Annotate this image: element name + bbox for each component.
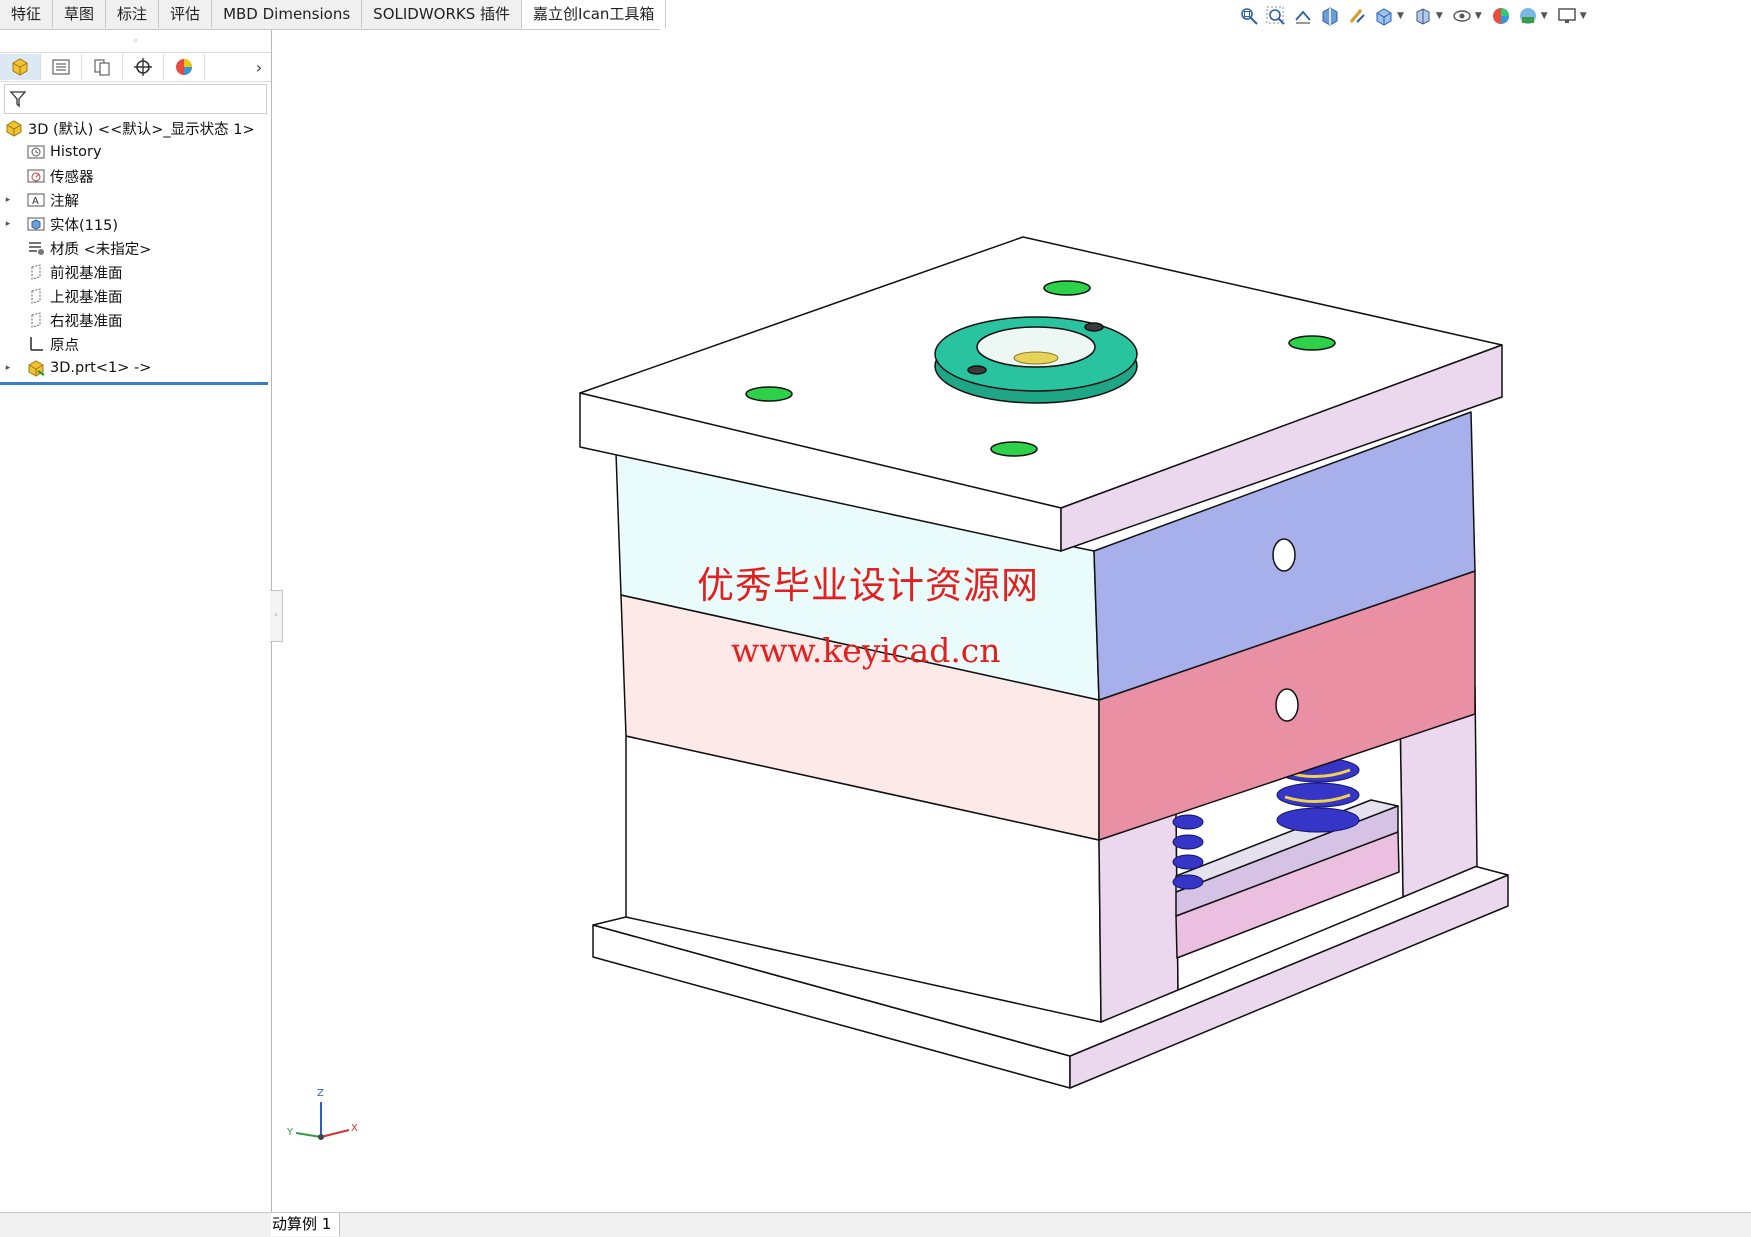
chevron-right-icon[interactable]: ›: [247, 58, 271, 77]
display-style-icon[interactable]: [1412, 5, 1434, 27]
svg-text:A: A: [32, 196, 39, 207]
section-view-icon[interactable]: [1319, 5, 1341, 27]
cap-screw-hole: [1288, 335, 1336, 351]
tree-item-label: 传感器: [50, 169, 94, 186]
bottom-tab-bar: 动算例 1: [272, 1212, 1751, 1237]
command-manager-tabs: 特征 草图 标注 评估 MBD Dimensions SOLIDWORKS 插件…: [0, 0, 667, 30]
plane-icon: [26, 311, 46, 329]
panel-grip-icon[interactable]: ◦: [0, 30, 271, 53]
material-icon: [26, 239, 46, 257]
solid-bodies-icon: [26, 215, 46, 233]
configuration-manager-tab-icon[interactable]: [82, 54, 123, 80]
rollback-bar[interactable]: [0, 382, 268, 385]
tab-sketch[interactable]: 草图: [53, 0, 107, 28]
previous-view-icon[interactable]: [1292, 5, 1314, 27]
part-icon: [4, 119, 24, 137]
chevron-down-icon[interactable]: ▼: [1541, 11, 1548, 21]
tree-item-right-plane[interactable]: 右视基准面: [0, 308, 271, 332]
tree-item-label: 实体(115): [50, 217, 118, 234]
a-plate-hole: [1272, 538, 1296, 572]
tree-item-label: 右视基准面: [50, 313, 123, 330]
tree-item-label: 注解: [50, 193, 79, 210]
watermark-title: 优秀毕业设计资源网: [697, 564, 1039, 607]
cap-screw-hole: [745, 386, 793, 402]
origin-icon: [26, 335, 46, 353]
triad-label-y: Y: [287, 1127, 294, 1138]
part-icon: [26, 359, 46, 377]
feature-manager-panel: ◦ › 3D (默认) <<默认>_显示状态 1> History 传感器 ▸ …: [0, 30, 272, 1213]
chevron-down-icon[interactable]: ▼: [1397, 11, 1404, 21]
cap-screw-hole: [990, 441, 1038, 457]
panel-tabs: ›: [0, 53, 271, 82]
triad-label-x: X: [351, 1123, 358, 1134]
tree-item-sensors[interactable]: 传感器: [0, 164, 271, 188]
tree-item-label: 原点: [50, 337, 79, 354]
locating-ring-screw: [967, 365, 987, 375]
feature-manager-tab-icon[interactable]: [0, 54, 41, 80]
filter-icon: [9, 91, 27, 108]
plane-icon: [26, 287, 46, 305]
history-icon: [26, 143, 46, 161]
chevron-down-icon[interactable]: ▼: [1475, 11, 1482, 21]
chevron-down-icon[interactable]: ▼: [1580, 11, 1587, 21]
tree-item-top-plane[interactable]: 上视基准面: [0, 284, 271, 308]
feature-tree: 3D (默认) <<默认>_显示状态 1> History 传感器 ▸ A 注解…: [0, 116, 271, 385]
chevron-down-icon[interactable]: ▼: [1436, 11, 1443, 21]
b-plate-hole: [1275, 688, 1299, 722]
cap-screw-hole: [1043, 280, 1091, 296]
tree-item-material[interactable]: 材质 <未指定>: [0, 236, 271, 260]
tree-item-derived-part[interactable]: ▸ 3D.prt<1> ->: [0, 356, 271, 380]
tree-item-label: 前视基准面: [50, 265, 123, 282]
dimxpert-manager-tab-icon[interactable]: [123, 54, 164, 80]
mold-base-model[interactable]: [272, 30, 1751, 1213]
expand-arrow-icon[interactable]: ▸: [2, 195, 14, 205]
zoom-to-fit-icon[interactable]: [1238, 5, 1260, 27]
tab-markup[interactable]: 标注: [106, 0, 160, 28]
expand-arrow-icon[interactable]: ▸: [2, 219, 14, 229]
sprue-gate: [1013, 351, 1059, 365]
tab-motion-study[interactable]: 动算例 1: [272, 1213, 341, 1236]
graphics-area[interactable]: Z X Y: [272, 30, 1751, 1213]
locating-ring-screw: [1084, 322, 1104, 332]
feature-tree-filter[interactable]: [4, 84, 267, 114]
tree-item-origin[interactable]: 原点: [0, 332, 271, 356]
property-manager-tab-icon[interactable]: [41, 54, 82, 80]
tab-evaluate[interactable]: 评估: [159, 0, 213, 28]
sensor-icon: [26, 167, 46, 185]
tree-item-annotations[interactable]: ▸ A 注解: [0, 188, 271, 212]
display-manager-tab-icon[interactable]: [164, 54, 205, 80]
tree-root-part[interactable]: 3D (默认) <<默认>_显示状态 1>: [0, 116, 271, 140]
plane-icon: [26, 263, 46, 281]
tree-item-label: 3D.prt<1> ->: [50, 360, 152, 376]
dynamic-annotation-icon[interactable]: [1346, 5, 1368, 27]
tree-item-label: 材质 <未指定>: [50, 241, 152, 258]
tree-item-label: 上视基准面: [50, 289, 123, 306]
watermark-url: www.keyicad.cn: [731, 631, 1001, 670]
tab-mbd-dimensions[interactable]: MBD Dimensions: [212, 0, 363, 28]
coordinate-triad: [295, 1102, 350, 1140]
zoom-to-area-icon[interactable]: [1265, 5, 1287, 27]
tab-ican-toolbox[interactable]: 嘉立创Ican工具箱: [522, 0, 667, 29]
tree-item-solid-bodies[interactable]: ▸ 实体(115): [0, 212, 271, 236]
tab-solidworks-addins[interactable]: SOLIDWORKS 插件: [362, 0, 523, 28]
view-settings-icon[interactable]: [1556, 5, 1578, 27]
heads-up-view-toolbar: ▼ ▼ ▼ ▼ ▼: [1238, 2, 1590, 30]
tree-root-label: 3D (默认) <<默认>_显示状态 1>: [28, 121, 255, 138]
triad-label-z: Z: [317, 1088, 324, 1099]
hide-show-items-icon[interactable]: [1451, 5, 1473, 27]
expand-arrow-icon[interactable]: ▸: [2, 363, 14, 373]
tree-item-label: History: [50, 144, 102, 160]
tab-features[interactable]: 特征: [0, 0, 54, 28]
edit-appearance-icon[interactable]: [1490, 5, 1512, 27]
view-orientation-icon[interactable]: [1373, 5, 1395, 27]
apply-scene-icon[interactable]: [1517, 5, 1539, 27]
annotation-icon: A: [26, 191, 46, 209]
panel-footer: [0, 1212, 271, 1237]
tree-item-history[interactable]: History: [0, 140, 271, 164]
tree-item-front-plane[interactable]: 前视基准面: [0, 260, 271, 284]
right-support-rail-front: [1098, 809, 1179, 1023]
